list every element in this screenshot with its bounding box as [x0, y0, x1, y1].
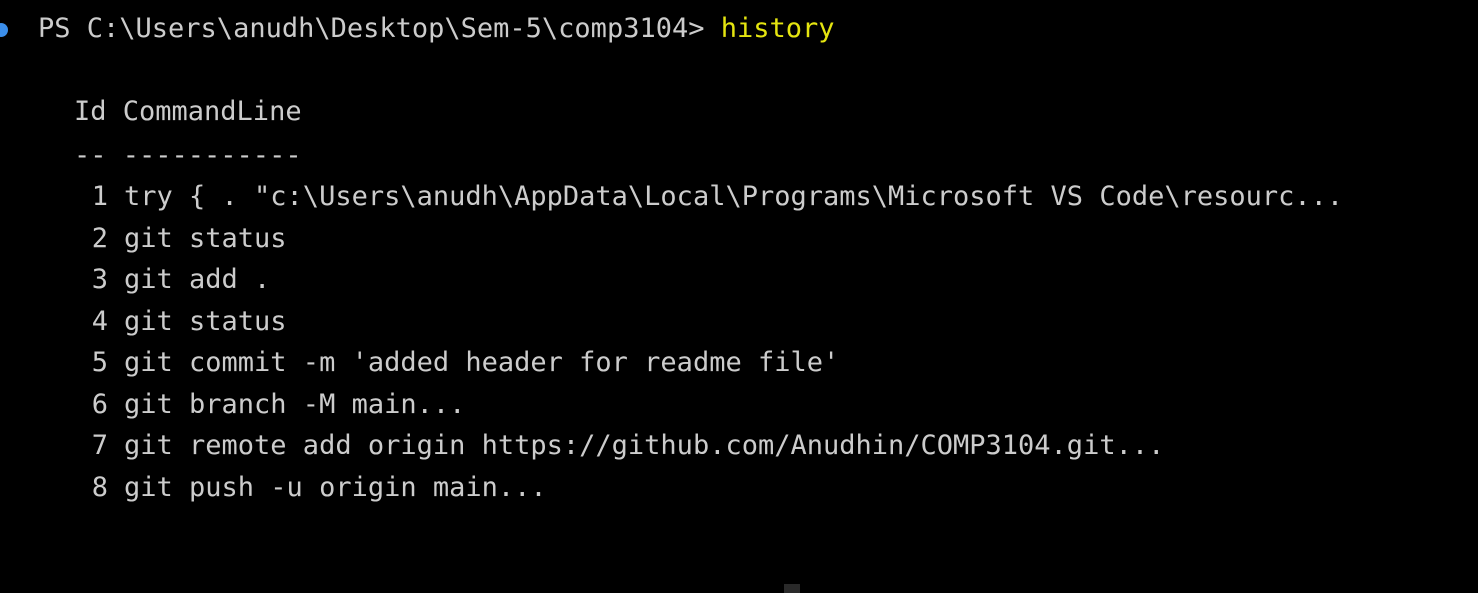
history-id: 6 [91, 389, 108, 420]
history-row: 8 git push -u origin main... [74, 471, 547, 505]
terminal-output[interactable]: PS C:\Users\anudh\Desktop\Sem-5\comp3104… [0, 0, 1478, 593]
history-id: 4 [91, 306, 108, 337]
history-row: 3 git add . [74, 263, 271, 297]
history-id: 7 [91, 430, 108, 461]
history-id: 5 [91, 347, 108, 378]
table-separator: -- ----------- [74, 140, 302, 171]
history-id: 3 [91, 264, 108, 295]
history-command: git add . [124, 264, 271, 295]
history-id: 8 [91, 472, 108, 503]
history-command: git branch -M main... [124, 389, 466, 420]
history-row: 5 git commit -m 'added header for readme … [74, 346, 840, 380]
prompt-line: PS C:\Users\anudh\Desktop\Sem-5\comp3104… [38, 12, 835, 46]
terminal-cursor [784, 584, 800, 593]
history-row: 2 git status [74, 222, 287, 256]
history-row: 7 git remote add origin https://github.co… [74, 429, 1165, 463]
history-command: try { . "c:\Users\anudh\AppData\Local\Pr… [124, 181, 1344, 212]
prompt-path: PS C:\Users\anudh\Desktop\Sem-5\comp3104… [38, 13, 721, 44]
history-command: git commit -m 'added header for readme f… [124, 347, 840, 378]
history-command: git push -u origin main... [124, 472, 547, 503]
history-id: 1 [91, 181, 108, 212]
history-row: 6 git branch -M main... [74, 388, 466, 422]
history-row: 1 try { . "c:\Users\anudh\AppData\Local\P… [74, 180, 1343, 214]
entered-command: history [720, 13, 835, 44]
history-command: git remote add origin https://github.com… [124, 430, 1165, 461]
history-row: 4 git status [74, 305, 287, 339]
table-header: Id CommandLine [74, 96, 302, 127]
history-id: 2 [91, 223, 108, 254]
history-command: git status [124, 306, 287, 337]
history-command: git status [124, 223, 287, 254]
prompt-status-dot-icon [0, 23, 8, 37]
